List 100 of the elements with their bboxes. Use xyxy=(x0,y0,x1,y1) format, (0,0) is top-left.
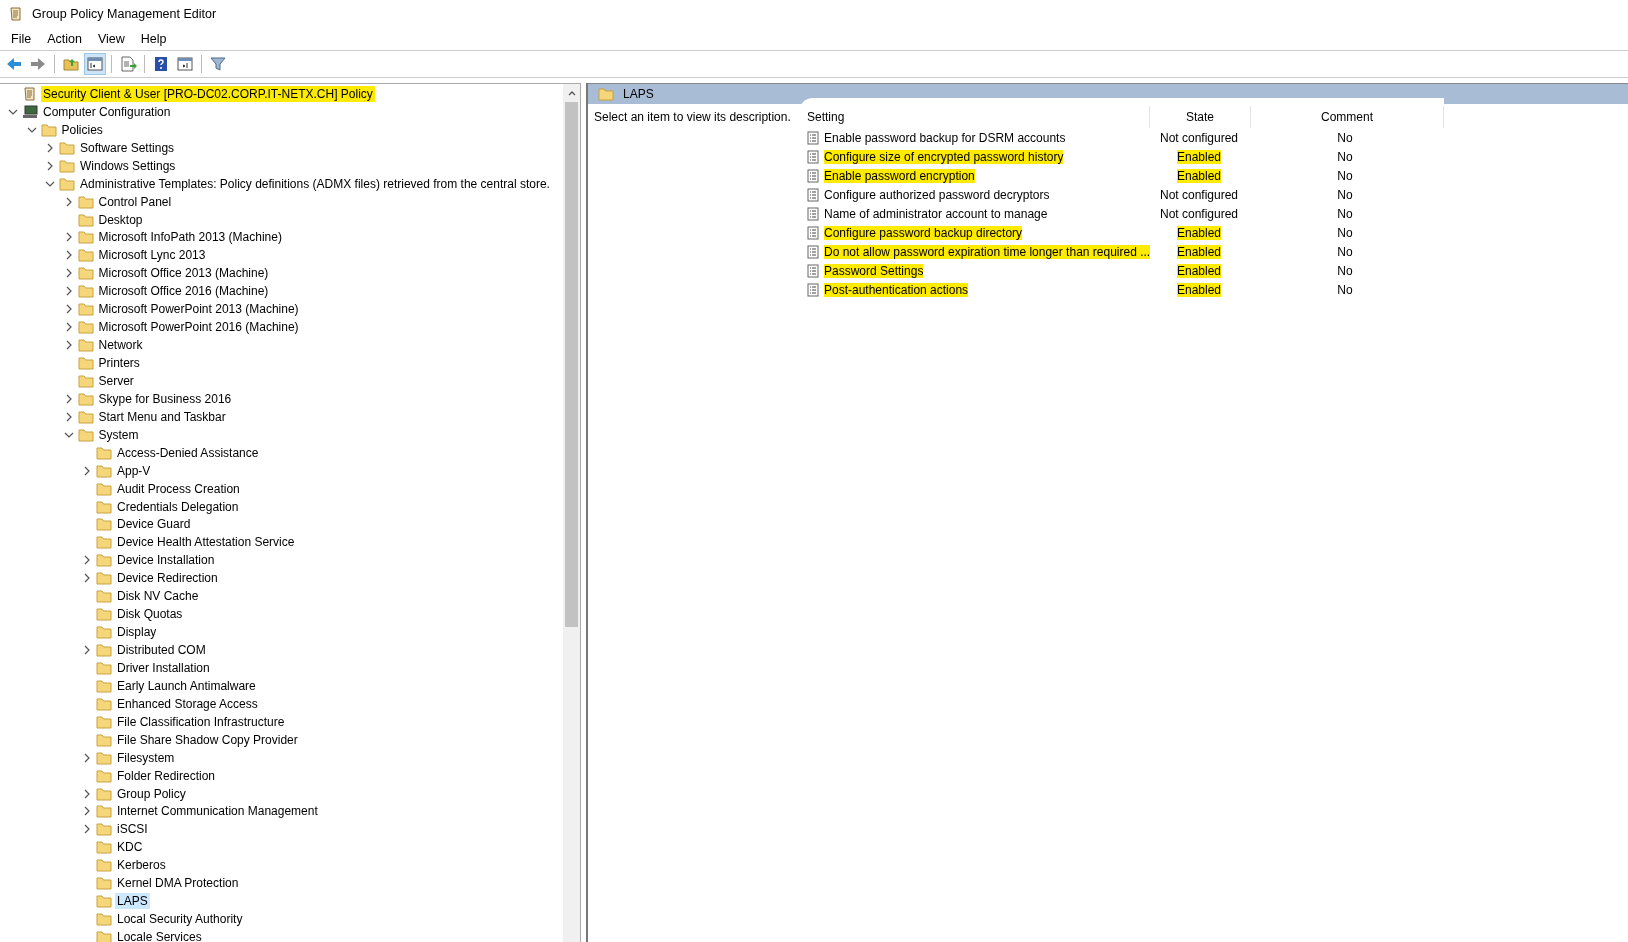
chevron-right-icon[interactable] xyxy=(82,824,92,835)
folder-icon xyxy=(96,607,112,622)
tree-item[interactable]: System xyxy=(96,426,141,443)
tree-item[interactable]: Internet Communication Management xyxy=(115,803,320,820)
tree-item[interactable]: Control Panel xyxy=(96,193,174,210)
tree-item[interactable]: Network xyxy=(96,337,145,354)
tree-item[interactable]: Microsoft Lync 2013 xyxy=(96,247,208,264)
folder-icon xyxy=(96,930,112,942)
tree-item[interactable]: Printers xyxy=(96,355,142,372)
tree-item[interactable]: Enhanced Storage Access xyxy=(115,695,260,712)
action-pane-icon[interactable] xyxy=(175,54,195,74)
setting-name[interactable]: Do not allow password expiration time longer than required ... xyxy=(824,244,1151,259)
folder-icon xyxy=(96,894,112,909)
tree-item[interactable]: Desktop xyxy=(96,211,145,228)
column-header[interactable]: Setting xyxy=(799,106,1150,128)
tree-item[interactable]: Disk Quotas xyxy=(115,606,185,623)
chevron-right-icon[interactable] xyxy=(82,806,92,817)
folder-icon xyxy=(96,553,112,568)
folder-icon xyxy=(77,338,94,353)
menu-item[interactable]: Action xyxy=(47,32,82,46)
tree-item[interactable]: Display xyxy=(115,624,159,641)
tree-item[interactable]: Kerberos xyxy=(115,857,168,874)
folder-icon xyxy=(96,517,112,532)
setting-name[interactable]: Name of administrator account to manage xyxy=(824,206,1048,221)
tree-item[interactable]: Distributed COM xyxy=(115,642,208,659)
tree-item[interactable]: File Share Shadow Copy Provider xyxy=(115,731,300,748)
tree-item[interactable]: Filesystem xyxy=(115,749,177,766)
column-header[interactable]: State xyxy=(1150,106,1251,128)
chevron-right-icon[interactable] xyxy=(82,752,92,763)
setting-name[interactable]: Configure password backup directory xyxy=(824,225,1023,240)
tree-item[interactable]: Windows Settings xyxy=(78,157,178,174)
tree-item[interactable]: Driver Installation xyxy=(115,659,212,676)
folder-icon xyxy=(96,768,112,783)
menu-item[interactable]: File xyxy=(11,32,32,46)
tree-item[interactable]: iSCSI xyxy=(115,821,150,838)
setting-name[interactable]: Post-authentication actions xyxy=(824,282,969,297)
setting-name[interactable]: Password Settings xyxy=(824,263,924,278)
tree-item[interactable]: Computer Configuration xyxy=(41,103,173,120)
folder-icon xyxy=(96,786,112,801)
tree-item[interactable]: Start Menu and Taskbar xyxy=(96,408,228,425)
setting-icon xyxy=(807,225,819,240)
tree-item[interactable]: App-V xyxy=(115,462,153,479)
chevron-right-icon[interactable] xyxy=(45,142,55,153)
tree-item[interactable]: Software Settings xyxy=(78,139,177,156)
comment-text: No xyxy=(1337,187,1353,202)
folder-icon xyxy=(77,284,94,299)
export-list-icon[interactable] xyxy=(118,54,138,74)
chevron-right-icon[interactable] xyxy=(82,645,92,656)
tree-item[interactable]: Folder Redirection xyxy=(115,767,218,784)
state-text: Enabled xyxy=(1176,149,1221,164)
tree-item[interactable]: Credentials Delegation xyxy=(115,498,241,515)
tree-item[interactable]: Skype for Business 2016 xyxy=(96,390,234,407)
folder-icon xyxy=(77,356,94,371)
tree-item[interactable]: Microsoft InfoPath 2013 (Machine) xyxy=(96,229,284,246)
chevron-right-icon[interactable] xyxy=(82,788,92,799)
folder-icon xyxy=(96,912,112,927)
chevron-right-icon[interactable] xyxy=(82,573,92,584)
folder-icon xyxy=(96,660,112,675)
tree-item[interactable]: Security Client & User [PRO-DC02.CORP.IT-NETX.CH] Policy xyxy=(41,85,375,102)
setting-name[interactable]: Enable password encryption xyxy=(824,168,975,183)
setting-name[interactable]: Enable password backup for DSRM accounts xyxy=(824,130,1066,145)
tree-item[interactable]: Microsoft Office 2016 (Machine) xyxy=(96,283,271,300)
setting-name[interactable]: Configure authorized password decryptors xyxy=(824,187,1050,202)
tree-item[interactable]: Group Policy xyxy=(115,785,188,802)
tree-item[interactable]: File Classification Infrastructure xyxy=(115,713,287,730)
filter-icon[interactable] xyxy=(208,54,228,74)
tree-item[interactable]: Local Security Authority xyxy=(115,911,245,928)
tree-item[interactable]: Server xyxy=(96,372,136,389)
column-header[interactable]: Comment xyxy=(1251,106,1444,128)
tree-item[interactable]: Device Installation xyxy=(115,552,217,569)
tree-item[interactable]: Locale Services xyxy=(115,929,204,942)
tree-item[interactable]: LAPS xyxy=(115,893,150,910)
menu-item[interactable]: View xyxy=(97,32,125,46)
tree-item[interactable]: Microsoft PowerPoint 2016 (Machine) xyxy=(96,319,301,336)
tree-item[interactable]: Microsoft Office 2013 (Machine) xyxy=(96,265,271,282)
menu-item[interactable]: Help xyxy=(140,32,167,46)
tree-item[interactable]: Audit Process Creation xyxy=(115,480,242,497)
tree-item[interactable]: Administrative Templates: Policy definitions (ADMX files) retrieved from the central store. xyxy=(78,175,552,192)
tree-item[interactable]: Device Health Attestation Service xyxy=(115,534,297,551)
tree-item[interactable]: Policies xyxy=(59,121,105,138)
scrollbar[interactable] xyxy=(563,84,580,942)
tree-item[interactable]: Early Launch Antimalware xyxy=(115,677,258,694)
tree-item[interactable]: KDC xyxy=(115,839,145,856)
tree-item[interactable]: Device Guard xyxy=(115,516,193,533)
tree-item[interactable]: Kernel DMA Protection xyxy=(115,875,241,892)
tree-item[interactable]: Disk NV Cache xyxy=(115,588,201,605)
tree-item[interactable]: Microsoft PowerPoint 2013 (Machine) xyxy=(96,301,301,318)
chevron-right-icon[interactable] xyxy=(82,465,92,476)
folder-icon xyxy=(96,858,112,873)
folder-icon xyxy=(77,373,94,388)
chevron-right-icon[interactable] xyxy=(82,555,92,566)
tree-item[interactable]: Device Redirection xyxy=(115,570,220,587)
setting-icon xyxy=(807,263,819,278)
folder-icon xyxy=(96,750,112,765)
state-text: Not configured xyxy=(1159,187,1238,202)
chevron-right-icon[interactable] xyxy=(45,160,55,171)
tree-item[interactable]: Access-Denied Assistance xyxy=(115,444,261,461)
setting-icon xyxy=(807,206,819,221)
setting-icon xyxy=(807,168,819,183)
console-tree-icon[interactable] xyxy=(85,54,105,74)
